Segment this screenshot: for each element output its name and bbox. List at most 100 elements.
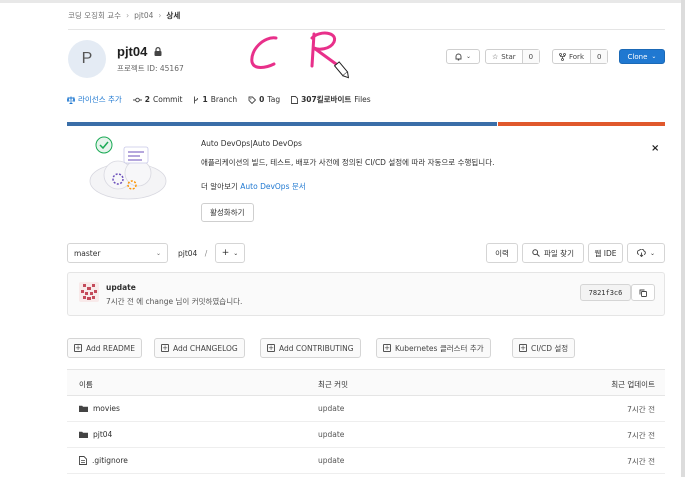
add-changelog-button[interactable]: + Add CHANGELOG [154,338,245,358]
devops-docs-link[interactable]: Auto DevOps 문서 [240,182,305,191]
bell-icon [455,53,462,60]
add-changelog-label: Add CHANGELOG [173,343,238,353]
tags-label: Tag [267,95,281,104]
add-contributing-button[interactable]: + Add CONTRIBUTING [260,338,361,358]
commit-message[interactable]: update [318,456,344,465]
file-table-header: 이름 최근 커밋 최근 업데이트 [67,369,665,396]
devops-more-prefix: 더 알아보기 [201,182,238,191]
notification-dropdown[interactable]: ⌄ [446,49,480,64]
last-commit-panel [67,272,665,316]
commit-sha[interactable]: 7821f3c6 [580,284,631,301]
add-license-label: 라이선스 추가 [78,95,122,104]
user-identicon[interactable] [79,282,99,302]
breadcrumb-separator: › [158,10,162,20]
setup-cicd-button[interactable]: + CI/CD 설정 [512,338,576,358]
table-row[interactable]: movies update 7시간 전 [67,396,665,422]
repo-path: pjt04 / [178,249,207,258]
files-size: 307킬로바이트 [301,95,352,104]
devops-illustration-icon [89,136,167,200]
project-name: pjt04 [117,44,148,59]
devops-description: 애플리케이션의 빌드, 테스트, 배포가 사전에 정의된 CI/CD 설정에 따… [201,158,495,167]
table-row[interactable]: pjt04 update 7시간 전 [67,422,665,448]
updated-time: 7시간 전 [627,405,655,414]
file-icon [79,456,87,465]
branches-link[interactable]: 1 Branch [193,95,237,104]
path-root[interactable]: pjt04 [178,249,197,258]
language-bar-secondary [498,122,665,126]
clone-button[interactable]: Clone ⌄ [619,49,665,64]
add-license-link[interactable]: 라이선스 추가 [67,94,122,105]
window-edge [681,0,685,477]
commits-count: 2 [144,95,151,104]
chevron-down-icon: ⌄ [649,249,656,257]
project-stats: 라이선스 추가 2 Commit 1 Branch 0 Tag 307킬로바이트 Fil… [67,94,382,105]
close-icon[interactable]: × [651,143,659,154]
breadcrumb-divider [68,29,665,30]
file-icon [291,95,299,104]
chevron-down-icon: ⌄ [155,249,161,257]
commit-message[interactable]: update [318,430,344,439]
web-ide-button[interactable]: 웹 IDE [588,243,623,263]
fork-icon [559,52,566,61]
breadcrumb-project[interactable]: pjt04 [134,11,153,20]
branch-name: master [74,248,101,258]
branch-selector[interactable]: master ⌄ [67,243,168,263]
chevron-down-icon: ⌄ [465,53,472,60]
activate-button[interactable]: 활성화하기 [201,203,254,222]
star-label: Star [501,52,516,61]
add-contributing-label: Add CONTRIBUTING [279,343,354,353]
star-icon: ☆ [492,52,499,61]
tags-link[interactable]: 0 Tag [248,95,280,104]
find-file-button[interactable]: 파일 찾기 [522,243,584,263]
project-avatar: P [68,40,106,78]
commit-message[interactable]: update [318,404,344,413]
path-separator: / [204,249,208,258]
files-label: Files [354,95,371,104]
add-kubernetes-button[interactable]: + Kubernetes 클러스터 추가 [376,338,491,358]
breadcrumb-group[interactable]: 코딩 오징회 교수 [68,10,121,21]
clone-label: Clone [627,52,648,61]
column-last-update: 최근 업데이트 [611,380,655,389]
breadcrumb: 코딩 오징회 교수 › pjt04 › 상세 [68,9,180,21]
fork-button[interactable]: Fork 0 [552,49,609,64]
fork-count[interactable]: 0 [590,50,608,63]
add-kubernetes-label: Kubernetes 클러스터 추가 [395,343,484,353]
tag-icon [248,96,257,104]
branches-label: Branch [210,95,238,104]
search-icon [532,249,540,257]
commit-meta: 7시간 전 에 change 님이 커밋하였습니다. [106,297,243,306]
plus-square-icon: + [519,343,527,352]
branches-count: 1 [202,95,208,104]
plus-square-icon: + [267,343,275,352]
copy-sha-button[interactable] [631,284,655,301]
devops-title: Auto DevOps|Auto DevOps [201,139,302,148]
star-count[interactable]: 0 [521,50,540,63]
handwritten-annotation [250,31,350,79]
add-readme-button[interactable]: + Add README [67,338,142,358]
add-file-dropdown[interactable]: + ⌄ [215,243,245,263]
web-ide-label: 웹 IDE [594,248,617,258]
star-button[interactable]: ☆ Star 0 [485,49,541,64]
plus-square-icon: + [74,343,82,352]
file-name-cell[interactable]: movies [79,404,120,413]
file-name-cell[interactable]: .gitignore [79,456,128,465]
plus-square-icon: + [161,343,169,352]
plus-square-icon: + [383,343,391,352]
history-button[interactable]: 이력 [486,243,518,263]
files-link[interactable]: 307킬로바이트 Files [291,94,371,105]
language-bar-primary [67,122,497,126]
file-name-cell[interactable]: pjt04 [79,430,112,439]
table-row[interactable]: .gitignore update 7시간 전 [67,448,665,474]
commits-link[interactable]: 2 Commit [132,95,182,104]
updated-time: 7시간 전 [627,431,655,440]
commit-title[interactable]: update [106,283,136,292]
download-icon [637,249,646,257]
plus-icon: + [221,248,230,258]
breadcrumb-separator: › [126,10,130,20]
devops-learn-more: 더 알아보기 Auto DevOps 문서 [201,181,306,192]
download-dropdown[interactable]: ⌄ [627,243,665,263]
project-id: 프로젝트 ID: 45167 [117,64,184,73]
chevron-down-icon: ⌄ [233,249,239,257]
column-last-commit: 최근 커밋 [318,380,348,389]
add-readme-label: Add README [86,343,135,353]
